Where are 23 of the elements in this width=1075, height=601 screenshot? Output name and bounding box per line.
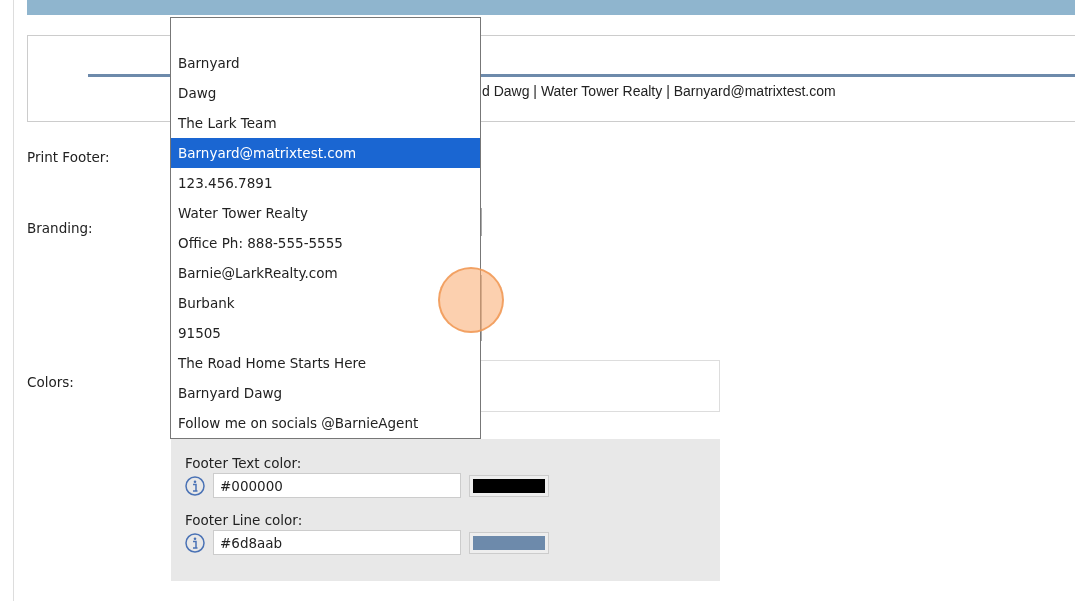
dropdown-option[interactable]: Burbank xyxy=(171,288,480,318)
dropdown-option[interactable]: Barnyard xyxy=(171,48,480,78)
color-input-field[interactable]: #6d8aab xyxy=(213,530,461,555)
color-label: Footer Text color: xyxy=(185,455,303,471)
footer-preview-text: d Dawg | Water Tower Realty | Barnyard@matrixtest.com xyxy=(482,83,836,99)
color-input-field[interactable]: #000000 xyxy=(213,473,461,498)
field-label: Branding: xyxy=(27,220,94,238)
info-icon[interactable] xyxy=(185,532,205,553)
dropdown-option[interactable]: Office Ph: 888-555-5555 xyxy=(171,228,480,258)
dropdown-option[interactable]: Barnie@LarkRealty.com xyxy=(171,258,480,288)
dropdown-option[interactable]: Barnyard Dawg xyxy=(171,378,480,408)
color-label: Footer Line color: xyxy=(185,512,304,528)
dropdown-option[interactable]: 91505 xyxy=(171,318,480,348)
field-label: Print Footer: xyxy=(27,149,111,167)
dropdown-option[interactable]: 123.456.7891 xyxy=(171,168,480,198)
dropdown-option[interactable]: Water Tower Realty xyxy=(171,198,480,228)
info-icon[interactable] xyxy=(185,475,205,496)
field-label: Colors: xyxy=(27,374,75,392)
dropdown-option[interactable]: Follow me on socials @BarnieAgent xyxy=(171,408,480,438)
dropdown-option[interactable]: Dawg xyxy=(171,78,480,108)
dropdown-option[interactable]: The Road Home Starts Here xyxy=(171,348,480,378)
dropdown-option[interactable]: The Lark Team xyxy=(171,108,480,138)
dropdown-option[interactable]: Barnyard@matrixtest.com xyxy=(171,138,480,168)
